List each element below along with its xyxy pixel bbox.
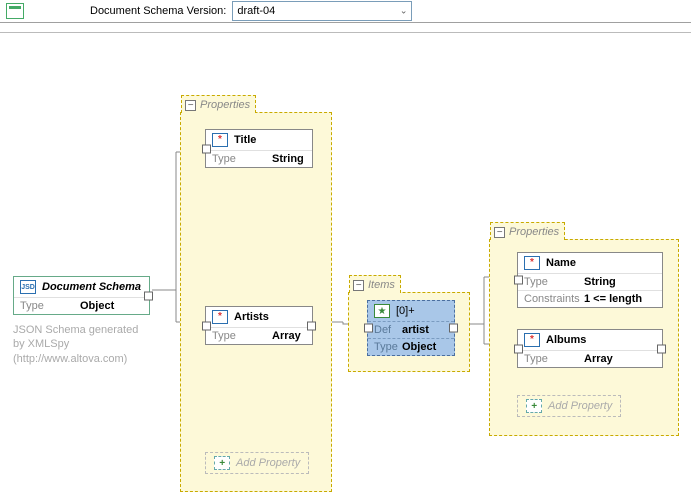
name-node[interactable]: *Name TypeString Constraints1 <= length — [517, 252, 663, 308]
artists-node[interactable]: *Artists TypeArray — [205, 306, 313, 345]
schema-doc-icon — [6, 3, 24, 19]
port-out[interactable] — [144, 291, 153, 300]
property-icon: * — [212, 310, 228, 324]
item-icon: ★ — [374, 304, 390, 318]
collapse-icon[interactable]: − — [353, 280, 364, 291]
port-in[interactable] — [202, 321, 211, 330]
add-property-root[interactable]: +Add Property — [205, 452, 309, 474]
port-in[interactable] — [514, 276, 523, 285]
toolbar-divider — [0, 32, 691, 33]
port-in[interactable] — [364, 324, 373, 333]
document-schema-node[interactable]: JSD Document Schema TypeObject — [13, 276, 150, 315]
toolbar: Document Schema Version: draft-04 ⌄ — [0, 0, 691, 23]
chevron-down-icon: ⌄ — [400, 6, 408, 17]
schema-root-icon: JSD — [20, 280, 36, 294]
albums-node[interactable]: *Albums TypeArray — [517, 329, 663, 368]
property-icon: * — [212, 133, 228, 147]
title-node[interactable]: *Title TypeString — [205, 129, 313, 168]
properties-group-root[interactable]: −Properties — [180, 112, 332, 492]
port-in[interactable] — [202, 144, 211, 153]
collapse-icon[interactable]: − — [494, 227, 505, 238]
port-out[interactable] — [307, 321, 316, 330]
add-property-artist[interactable]: +Add Property — [517, 395, 621, 417]
collapse-icon[interactable]: − — [185, 100, 196, 111]
schema-canvas[interactable]: Document Schema Version: draft-04 ⌄ JSD … — [0, 0, 691, 504]
document-schema-title: Document Schema — [42, 281, 141, 293]
items-node[interactable]: ★[0]+ Defartist TypeObject — [367, 300, 455, 356]
schema-version-label: Document Schema Version: — [90, 5, 226, 17]
property-icon: * — [524, 256, 540, 270]
port-in[interactable] — [514, 344, 523, 353]
property-icon: * — [524, 333, 540, 347]
generator-caption: JSON Schema generated by XMLSpy (http://… — [13, 323, 143, 366]
port-out[interactable] — [449, 324, 458, 333]
schema-version-select[interactable]: draft-04 ⌄ — [232, 1, 412, 21]
port-out[interactable] — [657, 344, 666, 353]
schema-version-value: draft-04 — [237, 5, 275, 17]
